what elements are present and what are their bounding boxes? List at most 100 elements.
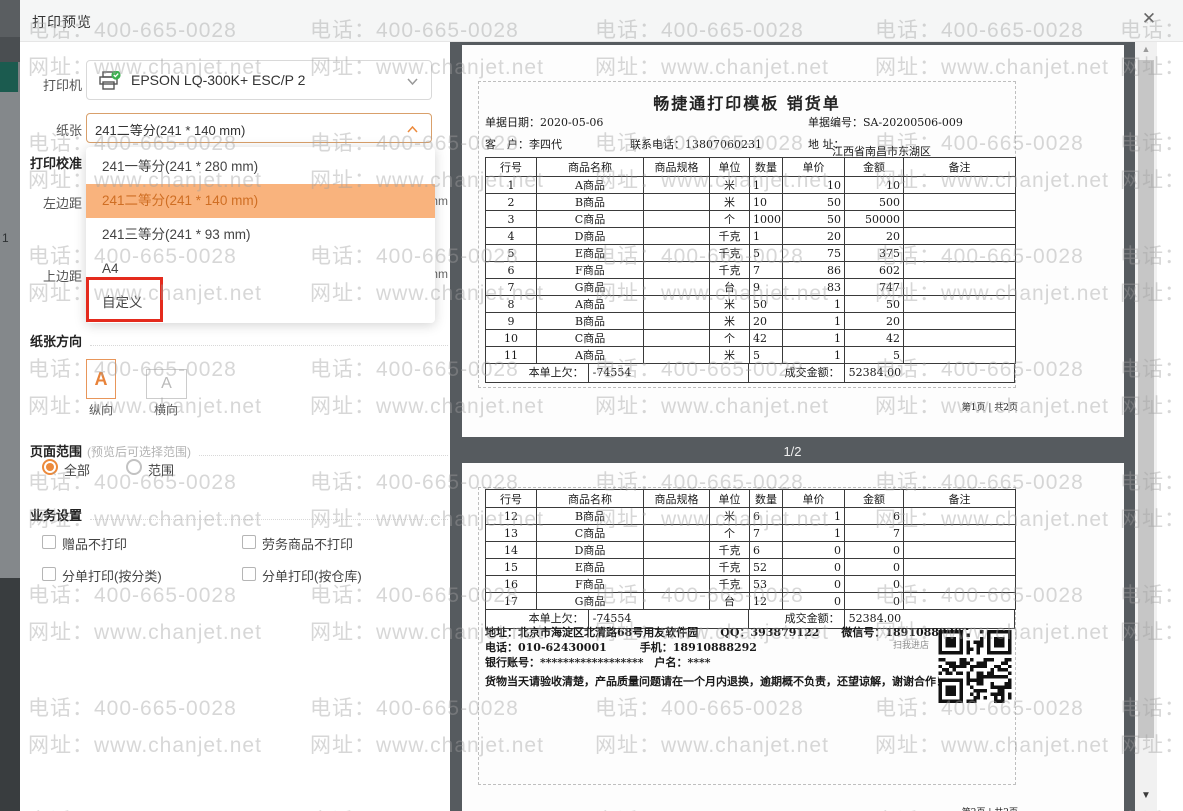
orientation-portrait-tile[interactable]: A [86,359,116,399]
invoice-row: 15 E商品 千克 52 0 0 [485,558,1016,576]
printer-value: EPSON LQ-300K+ ESC/P 2 [131,72,306,88]
invoice-row: 3 C商品个 1000 50 50000 [485,210,1016,228]
business-checkbox-label[interactable]: 分单打印(按分类) [62,566,162,585]
scrollbar-down-arrow-icon[interactable]: ▼ [1135,790,1157,806]
top-margin-label: 上边距 [42,269,82,284]
paper-option[interactable]: 241一等分(241 * 280 mm) [86,150,435,184]
invoice-column-header: 备注 [903,157,1016,177]
invoice-row: 10 C商品个 42 1 42 [485,329,1016,347]
contact-line2: 电话：010-62430001 手机：18910888292 [485,641,757,654]
invoice-phone: 联系电话：13807060231 [630,136,762,152]
invoice-no-label: 单据编号： [808,116,863,129]
invoice-column-header: 行号 [485,157,537,177]
invoice-customer-label: 客 户： [485,138,529,151]
calibration-label: 打印校准 [30,156,83,171]
invoice-table-page2: 行号 商品名称 商品规格 单位 数量 单价 金额 备注 12 B商品米 6 1 6 13 C商品个 7 1 7 14… [485,489,1016,629]
invoice-row: 1 A商品米 1 10 10 [485,176,1016,194]
radio-range-label[interactable]: 范围 [148,460,174,479]
business-header-label: 业务设置 [30,508,83,523]
dialog-body: 打印机 EPSON LQ-300K+ ESC/P 2 纸张 241二等分(241… [20,42,1183,811]
business-checkbox[interactable] [242,535,256,549]
business-checkbox-label[interactable]: 劳务商品不打印 [262,534,353,553]
close-icon[interactable]: ✕ [1138,9,1160,29]
invoice-column-header: 商品名称 [536,157,644,177]
preview-scrollbar[interactable]: ▲ ▼ [1135,42,1157,811]
seller-contact-block: 地址：北京市海淀区北清路68号用友软件园 QQ：393879122 微信号：18… [485,625,970,670]
radio-all-label[interactable]: 全部 [64,460,90,479]
page-range-header-label: 页面范围 [30,444,83,459]
invoice-row: 11 A商品米 5 1 5 [485,346,1016,364]
paper-select[interactable]: 241二等分(241 * 140 mm) [86,113,432,143]
portrait-label: 纵向 [88,403,113,417]
total-label: 成交金额： [749,364,845,382]
chevron-up-icon [407,125,418,133]
page-indicator: 1/2 [783,444,802,459]
invoice-phone-value: 13807060231 [685,138,762,151]
invoice-row: 17 G商品台 12 0 0 [485,592,1016,610]
preview-page-2: 行号 商品名称 商品规格 单位 数量 单价 金额 备注 12 B商品米 6 1 6 13 C商品个 7 1 7 14… [462,463,1124,811]
dialog-header: 打印预览 ✕ [20,0,1183,42]
invoice-column-header: 单价 [782,489,845,508]
dotted-divider [199,447,448,456]
paper-option[interactable]: 241三等分(241 * 93 mm) [86,218,435,252]
printer-label: 打印机 [42,78,82,93]
invoice-column-header: 金额 [844,489,904,508]
chevron-down-icon [407,78,418,86]
invoice-column-header: 备注 [903,489,1016,508]
invoice-column-header: 商品规格 [643,489,710,508]
radio-all-pages[interactable] [42,459,58,475]
landscape-letter: A [161,375,172,392]
orientation-header-label: 纸张方向 [30,334,83,349]
business-checkbox-label[interactable]: 分单打印(按仓库) [262,566,362,585]
print-preview-dialog: 打印预览 ✕ 打印机 EPSON LQ-300K+ ESC/P 2 纸张 241… [20,0,1183,811]
left-margin-label: 左边距 [42,196,82,211]
qr-label: 扫我进店 [893,641,930,651]
paper-label: 纸张 [55,123,82,138]
invoice-column-header: 商品名称 [536,489,644,508]
owed-value: -74554 [589,364,749,382]
invoice-note: 货物当天请验收清楚，产品质量问题请在一个月内退换，逾期概不负责，还望谅解，谢谢合… [485,675,947,688]
invoice-column-header: 单价 [782,157,845,177]
invoice-column-header: 单位 [709,157,750,177]
portrait-letter: A [94,368,108,389]
invoice-row: 6 F商品 千克 7 86 602 [485,261,1016,279]
background-block [0,37,20,62]
preview-area: 畅捷通打印模板 销货单 单据日期：2020-05-06 单据编号：SA-2020… [450,42,1135,811]
radio-page-range[interactable] [126,459,142,475]
invoice-row: 12 B商品米 6 1 6 [485,507,1016,525]
invoice-row: 2 B商品米 10 50 500 [485,193,1016,211]
background-sidebar-teal-block [0,62,18,92]
business-section-header: 业务设置 [30,505,448,524]
invoice-phone-label: 联系电话： [630,138,685,151]
invoice-row: 13 C商品个 7 1 7 [485,524,1016,542]
orientation-landscape-tile[interactable]: A [146,369,187,399]
invoice-date-value: 2020-05-06 [540,116,604,129]
invoice-column-header: 行号 [485,489,537,508]
printer-icon [99,71,121,90]
paper-option[interactable]: 241二等分(241 * 140 mm) [86,184,435,218]
invoice-column-header: 数量 [749,157,783,177]
scrollbar-up-arrow-icon[interactable]: ▲ [1135,44,1157,60]
invoice-row: 9 B商品米 20 1 20 [485,312,1016,330]
screen: 1 打印预览 ✕ 打印机 EPSON LQ-300K+ ESC/P 2 纸张 2… [0,0,1183,811]
page-range-section-header: 页面范围 (预览后可选择范围) [30,441,448,460]
page2-number: 第2页 | 共2页 [962,805,1018,811]
scrollbar-thumb[interactable] [1138,60,1154,738]
invoice-row: 16 F商品 千克 53 0 0 [485,575,1016,593]
business-checkbox[interactable] [242,567,256,581]
invoice-column-header: 数量 [749,489,783,508]
dotted-divider [90,337,448,346]
preview-page-1: 畅捷通打印模板 销货单 单据日期：2020-05-06 单据编号：SA-2020… [462,45,1124,437]
printer-select[interactable]: EPSON LQ-300K+ ESC/P 2 [86,60,432,100]
background-artifact: 1 [2,231,9,245]
invoice-column-header: 金额 [844,157,904,177]
invoice-row: 14 D商品 千克 6 0 0 [485,541,1016,559]
invoice-customer-value: 李四代 [529,138,562,151]
contact-line3: 银行账号：****************** 户名：**** [485,656,711,669]
business-checkbox[interactable] [42,535,56,549]
business-checkbox-label[interactable]: 赠品不打印 [62,534,127,553]
dotted-divider [90,511,448,520]
invoice-row: 4 D商品 千克 1 20 20 [485,227,1016,245]
total-value: 52384.00 [848,366,902,379]
business-checkbox[interactable] [42,567,56,581]
